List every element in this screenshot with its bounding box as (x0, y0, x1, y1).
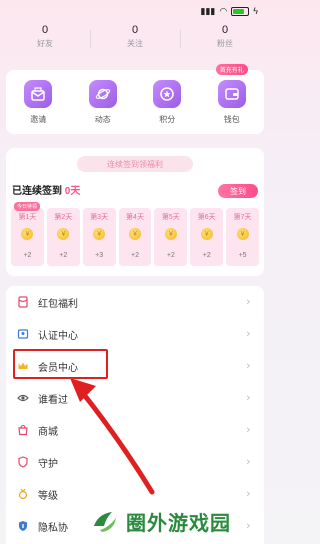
menu-label: 等级 (38, 490, 58, 502)
day-points: +2 (131, 252, 139, 259)
day-points: +2 (202, 252, 211, 259)
shield-icon (16, 455, 30, 469)
today-tag: 今日待领 (14, 202, 41, 211)
coin-icon: ¥ (21, 228, 34, 240)
stat-following[interactable]: 0 关注 (90, 22, 180, 58)
signin-day[interactable]: 第4天 ¥ +2 (118, 208, 152, 266)
stat-value: 0 (41, 24, 49, 36)
signin-days: 第1天 ¥ +2 第2天 ¥ +2 第3天 ¥ +3 第4天 ¥ +2 第5天 ¥ +2 第6天 ¥ +… (11, 208, 260, 266)
feature-wallet[interactable]: 首充有礼 钱包 (200, 64, 265, 134)
menu-item-visitors[interactable]: 谁看过 › (6, 384, 264, 412)
chevron-right-icon: › (246, 360, 250, 372)
red-packet-icon (16, 295, 30, 309)
menu-item-certification[interactable]: 认证中心 › (6, 320, 264, 348)
coin-icon: ¥ (236, 228, 249, 240)
menu-label: 守护 (38, 458, 58, 470)
menu-label: 认证中心 (38, 330, 78, 342)
feature-label: 动态 (94, 115, 111, 124)
certification-icon (16, 327, 30, 341)
stats-row: 0 好友 0 关注 0 粉丝 (0, 22, 270, 58)
signin-banner: 连续签到领福利 (77, 156, 193, 172)
menu-label: 红包福利 (38, 298, 78, 310)
stat-friends[interactable]: 0 好友 (0, 22, 90, 58)
chevron-right-icon: › (246, 488, 250, 500)
chevron-right-icon: › (246, 424, 250, 436)
charging-icon: ϟ (253, 6, 258, 16)
battery-icon (231, 6, 250, 16)
signin-day[interactable]: 第5天 ¥ +2 (154, 208, 188, 266)
medal-icon (16, 487, 30, 501)
day-points: +2 (166, 252, 175, 259)
feature-label: 钱包 (223, 115, 240, 124)
features-card: 邀请 动态 积分 首充有礼 钱包 (6, 64, 265, 134)
day-label: 第3天 (90, 214, 109, 221)
signin-card: 连续签到领福利 已连续签到 0天 签到 第1天 ¥ +2 第2天 ¥ +2 第3天 ¥ +3… (6, 148, 264, 276)
invite-icon (24, 80, 53, 108)
menu-label: 隐私协 (38, 522, 68, 534)
eye-icon (16, 391, 30, 405)
day-label: 第5天 (161, 214, 180, 221)
menu-item-guard[interactable]: 守护 › (6, 448, 264, 476)
wifi-icon: ◠ (219, 5, 228, 16)
feature-invite[interactable]: 邀请 (6, 70, 71, 134)
chevron-right-icon: › (246, 328, 250, 340)
coin-icon: ¥ (93, 228, 106, 240)
privacy-icon (16, 519, 30, 533)
planet-icon (88, 80, 117, 108)
coin-icon: ¥ (129, 228, 141, 240)
day-label: 第1天 (18, 214, 37, 221)
signin-streak: 已连续签到 0天 (12, 182, 80, 197)
streak-prefix: 已连续签到 (12, 186, 65, 197)
signin-day[interactable]: 第3天 ¥ +3 (82, 208, 116, 266)
streak-days: 0天 (64, 186, 81, 197)
stat-fans[interactable]: 0 粉丝 (180, 22, 270, 58)
watermark: 圈外游戏园 (90, 504, 231, 538)
feature-label: 邀请 (30, 115, 47, 124)
day-points: +2 (59, 252, 68, 259)
day-label: 第6天 (197, 214, 216, 221)
highlight-box (13, 349, 108, 379)
menu-label: 商城 (38, 426, 58, 438)
stat-value: 0 (221, 24, 229, 36)
watermark-logo-icon (94, 512, 116, 532)
points-icon (153, 80, 182, 108)
chevron-right-icon: › (246, 392, 250, 404)
day-label: 第4天 (126, 214, 144, 221)
wallet-icon (217, 80, 246, 108)
signin-day[interactable]: 第7天 ¥ +5 (226, 208, 260, 266)
status-bar: ▮▮▮ ◠ ϟ (0, 0, 270, 22)
stat-label: 好友 (37, 39, 53, 48)
chevron-right-icon: › (246, 296, 250, 308)
coin-icon: ¥ (200, 228, 213, 240)
menu-item-red-packet[interactable]: 红包福利 › (6, 288, 264, 316)
day-label: 第2天 (54, 214, 73, 221)
day-points: +2 (23, 252, 32, 259)
status-icons: ▮▮▮ ◠ ϟ (201, 6, 258, 17)
signin-day[interactable]: 第6天 ¥ +2 (190, 208, 224, 266)
shop-icon (16, 423, 30, 437)
day-points: +3 (95, 252, 104, 259)
coin-icon: ¥ (164, 228, 177, 240)
menu-label: 谁看过 (38, 394, 68, 406)
stat-label: 粉丝 (217, 39, 233, 48)
menu-item-shop[interactable]: 商城 › (6, 416, 264, 444)
day-points: +5 (238, 252, 247, 259)
stat-value: 0 (131, 24, 139, 36)
watermark-text: 圈外游戏园 (126, 512, 231, 535)
feature-moments[interactable]: 动态 (71, 70, 136, 134)
signin-button[interactable]: 签到 (218, 184, 258, 198)
coin-icon: ¥ (57, 228, 70, 240)
chevron-right-icon: › (246, 456, 250, 468)
first-recharge-badge: 首充有礼 (215, 64, 248, 75)
feature-points[interactable]: 积分 (135, 70, 200, 134)
stat-label: 关注 (127, 39, 143, 48)
signin-day[interactable]: 第1天 ¥ +2 (11, 208, 44, 266)
chevron-right-icon: › (246, 520, 250, 532)
feature-label: 积分 (159, 115, 176, 124)
signal-icon: ▮▮▮ (200, 5, 216, 16)
day-label: 第7天 (233, 214, 252, 221)
signin-day[interactable]: 第2天 ¥ +2 (46, 208, 80, 266)
